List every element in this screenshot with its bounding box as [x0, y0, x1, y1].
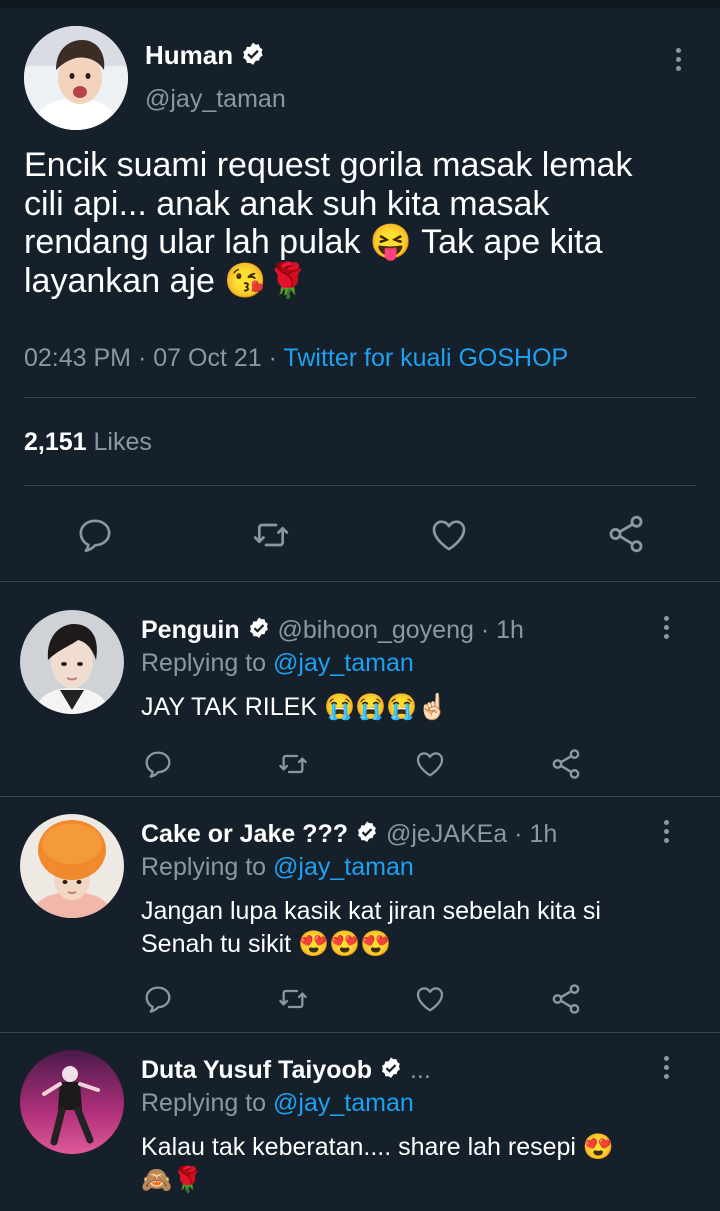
- reply-text: JAY TAK RILEK 😭😭😭☝🏻: [141, 691, 448, 724]
- reply-text-line: Jangan lupa kasik kat jiran sebelah kita…: [141, 897, 601, 925]
- verified-badge-icon: [379, 1056, 403, 1087]
- verified-badge-icon: [240, 41, 266, 73]
- replying-to-handle[interactable]: @jay_taman: [273, 1089, 414, 1117]
- author-name[interactable]: Human: [145, 40, 233, 70]
- tweet-date: 07 Oct 21: [153, 344, 262, 372]
- replying-to: Replying to @jay_taman: [141, 648, 414, 678]
- retweet-icon[interactable]: [250, 515, 292, 555]
- replying-to-handle[interactable]: @jay_taman: [273, 853, 414, 881]
- verified-badge-icon: [355, 820, 379, 851]
- more-options-icon[interactable]: [661, 616, 671, 639]
- meta-separator: ·: [480, 616, 490, 644]
- retweet-icon[interactable]: [276, 983, 310, 1015]
- tweet-text-line: cili api... anak anak suh kita masak: [24, 184, 550, 223]
- reply-icon[interactable]: [142, 983, 174, 1015]
- retweet-icon[interactable]: [276, 748, 310, 780]
- divider: [0, 581, 720, 582]
- replying-to-label: Replying to: [141, 1089, 267, 1117]
- likes-count: 2,151: [24, 428, 87, 456]
- reply-icon[interactable]: [142, 748, 174, 780]
- tweet-text-line: Encik suami request gorila masak lemak: [24, 146, 633, 184]
- replying-to: Replying to @jay_taman: [141, 852, 414, 882]
- reply-text: Jangan lupa kasik kat jiran sebelah kita…: [141, 895, 601, 961]
- tweet-meta: 02:43 PM · 07 Oct 21 · Twitter for kuali…: [24, 343, 568, 373]
- reply-text-line: Senah tu sikit 😍😍😍: [141, 930, 392, 958]
- reply-header: Penguin @bihoon_goyeng · 1h: [141, 615, 524, 647]
- reply-avatar[interactable]: [20, 814, 124, 918]
- likes-stat[interactable]: 2,151 Likes: [24, 427, 152, 457]
- reply-text-line: JAY TAK RILEK 😭😭😭☝🏻: [141, 693, 449, 721]
- replying-to-handle[interactable]: @jay_taman: [273, 649, 414, 677]
- replying-to-label: Replying to: [141, 649, 267, 677]
- verified-badge-icon: [247, 616, 271, 647]
- reply-text: Kalau tak keberatan.... share lah resepi…: [141, 1131, 614, 1197]
- author-name-row[interactable]: Human: [145, 40, 266, 73]
- likes-label: Likes: [93, 428, 152, 456]
- top-edge: [0, 0, 720, 8]
- author-avatar[interactable]: [24, 26, 128, 130]
- share-icon[interactable]: [549, 747, 583, 781]
- reply-text-line: Kalau tak keberatan.... share lah resepi…: [141, 1133, 615, 1161]
- tweet-text: Encik suami request gorila masak lemak c…: [24, 146, 704, 300]
- tweet-source-link[interactable]: Twitter for kuali GOSHOP: [283, 344, 568, 372]
- reply-author-name[interactable]: Penguin: [141, 616, 240, 644]
- reply-author-name[interactable]: Duta Yusuf Taiyoob: [141, 1056, 372, 1084]
- reply-author-handle-truncated[interactable]: ...: [410, 1056, 431, 1084]
- reply-avatar[interactable]: [20, 1050, 124, 1154]
- author-handle[interactable]: @jay_taman: [145, 84, 286, 114]
- tweet-text-line: layankan aje 😘🌹: [24, 261, 310, 300]
- reply-author-handle[interactable]: @jeJAKEa: [386, 820, 507, 848]
- reply-author-name[interactable]: Cake or Jake ???: [141, 820, 348, 848]
- reply-text-line: 🙈🌹: [141, 1166, 204, 1194]
- heart-icon[interactable]: [413, 983, 447, 1015]
- share-icon[interactable]: [605, 513, 647, 555]
- divider: [0, 1032, 720, 1033]
- tweet-time: 02:43 PM: [24, 344, 132, 372]
- reply-author-handle[interactable]: @bihoon_goyeng: [278, 616, 474, 644]
- replying-to: Replying to @jay_taman: [141, 1088, 414, 1118]
- reply-header: Cake or Jake ??? @jeJAKEa · 1h: [141, 819, 557, 851]
- more-options-icon[interactable]: [661, 820, 671, 843]
- meta-separator: ·: [137, 344, 147, 372]
- share-icon[interactable]: [549, 982, 583, 1016]
- meta-separator: ·: [514, 820, 523, 848]
- heart-icon[interactable]: [428, 515, 470, 555]
- heart-icon[interactable]: [413, 748, 447, 780]
- reply-avatar[interactable]: [20, 610, 124, 714]
- replying-to-label: Replying to: [141, 853, 267, 881]
- more-options-icon[interactable]: [661, 1056, 671, 1079]
- reply-header: Duta Yusuf Taiyoob ...: [141, 1055, 431, 1087]
- divider: [24, 485, 696, 486]
- tweet-text-line: rendang ular lah pulak 😝 Tak ape kita: [24, 223, 603, 261]
- meta-separator: ·: [268, 344, 277, 372]
- reply-icon[interactable]: [75, 515, 115, 555]
- reply-time: 1h: [496, 616, 524, 644]
- more-options-icon[interactable]: [673, 48, 683, 71]
- divider: [24, 397, 696, 398]
- divider: [0, 796, 720, 797]
- reply-time: 1h: [529, 820, 558, 848]
